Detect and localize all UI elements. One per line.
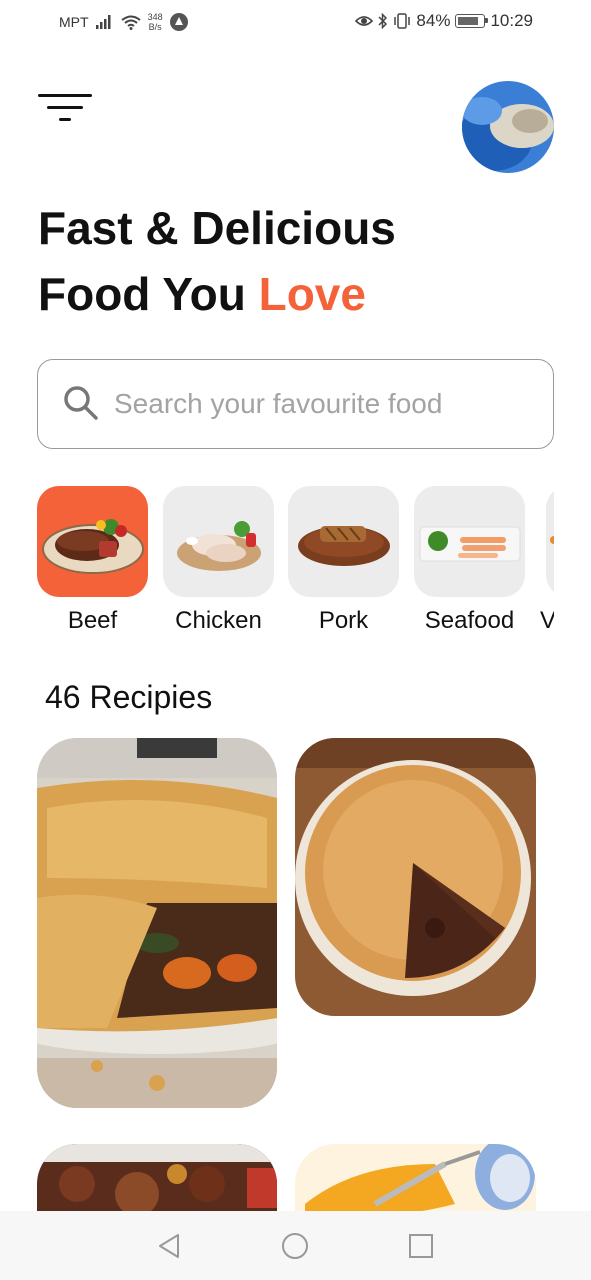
- system-nav-bar: [0, 1211, 591, 1280]
- category-label: Seafood: [424, 607, 515, 634]
- status-bar: MPT 348 B/s 84% 10:29: [0, 0, 591, 44]
- search-bar[interactable]: [37, 359, 554, 449]
- category-tile[interactable]: [37, 486, 148, 597]
- search-icon: [64, 386, 98, 420]
- headline-line-1: Fast & Delicious: [38, 202, 396, 254]
- status-right: 84% 10:29: [355, 11, 533, 31]
- chicken-board-image: [176, 520, 261, 571]
- bluetooth-icon: [378, 13, 388, 29]
- vibrate-icon: [394, 13, 411, 29]
- battery-icon: [455, 14, 489, 28]
- headline-accent: Love: [258, 268, 366, 320]
- category-seafood[interactable]: Seafood: [414, 486, 525, 635]
- category-pork[interactable]: Pork: [288, 486, 399, 635]
- category-partial-image: [550, 536, 554, 544]
- category-label: Chicken: [175, 607, 262, 634]
- headline-line-2: Food You Love: [38, 268, 366, 320]
- recipe-image: [37, 738, 277, 1108]
- steak-plate-image: [41, 518, 144, 574]
- battery-percent: 84%: [416, 11, 451, 30]
- status-left: MPT 348 B/s: [59, 12, 188, 32]
- recipe-card[interactable]: [295, 738, 536, 1016]
- app-notification-icon: [169, 13, 188, 31]
- pork-chop-image: [297, 525, 390, 566]
- recents-icon[interactable]: [406, 1231, 436, 1261]
- category-chicken[interactable]: Chicken: [163, 486, 274, 635]
- category-tile[interactable]: [163, 486, 274, 597]
- category-tile[interactable]: [414, 486, 525, 597]
- seafood-plate-image: [419, 526, 520, 561]
- page-headline: Fast & Delicious Food You Love: [38, 195, 396, 327]
- back-icon[interactable]: [154, 1231, 184, 1261]
- network-speed: 348 B/s: [147, 12, 163, 32]
- category-tile[interactable]: [546, 486, 554, 597]
- avatar-photo: [462, 81, 554, 173]
- category-list: Beef Chicken Pork Seafood V: [37, 486, 554, 636]
- carrier-label: MPT: [59, 14, 89, 30]
- filter-menu-icon[interactable]: [38, 92, 92, 126]
- search-input[interactable]: [114, 384, 534, 424]
- category-label: V: [540, 607, 554, 634]
- category-label: Pork: [318, 607, 369, 634]
- wifi-icon: [120, 15, 141, 30]
- recipe-card[interactable]: [37, 738, 277, 1108]
- category-tile[interactable]: [288, 486, 399, 597]
- category-label: Beef: [67, 607, 118, 634]
- eye-icon: [355, 16, 374, 26]
- home-icon[interactable]: [280, 1231, 310, 1261]
- signal-icon: [95, 15, 111, 29]
- category-beef[interactable]: Beef: [37, 486, 148, 635]
- recipe-image: [295, 738, 536, 1016]
- clock: 10:29: [490, 11, 533, 30]
- user-avatar[interactable]: [462, 81, 554, 173]
- category-v[interactable]: V: [540, 486, 554, 635]
- recipes-count-title: 46 Recipies: [45, 679, 213, 715]
